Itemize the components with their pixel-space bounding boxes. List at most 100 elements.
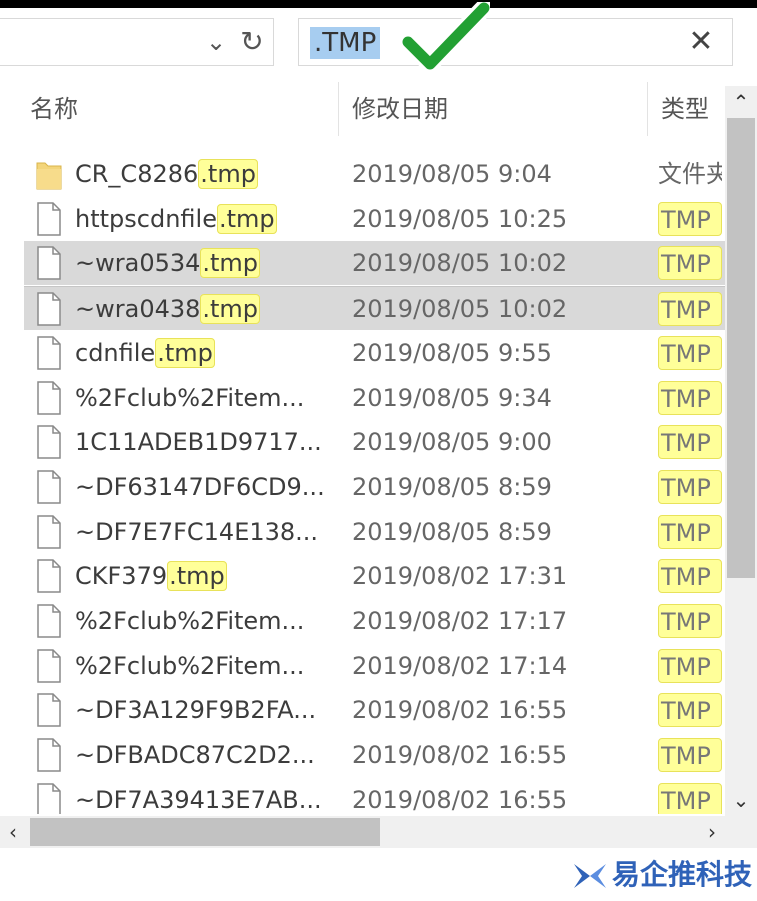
file-name-match-highlight: .tmp xyxy=(198,159,258,189)
file-icon xyxy=(37,336,61,370)
file-modified-date: 2019/08/05 10:25 xyxy=(352,205,568,233)
file-modified-date: 2019/08/05 10:02 xyxy=(352,295,568,323)
file-name: httpscdnfile.tmp xyxy=(75,197,277,241)
file-list: CR_C8286.tmp 2019/08/05 9:04 文件夹 httpscdnfi… xyxy=(0,152,725,814)
file-name: ~DF7E7FC14E138... xyxy=(75,510,318,554)
file-name-text: ~DF7A39413E7AB... xyxy=(75,786,322,814)
file-type: TMP xyxy=(658,202,722,236)
file-name: %2Fclub%2Fitem... xyxy=(75,376,304,420)
chevron-down-icon[interactable]: ⌄ xyxy=(203,25,229,59)
file-modified-date: 2019/08/02 17:17 xyxy=(352,607,568,635)
vertical-scrollbar[interactable]: ⌃ ⌄ xyxy=(725,86,757,816)
file-row[interactable]: CKF379.tmp 2019/08/02 17:31 TMP xyxy=(24,554,725,598)
horizontal-scroll-thumb[interactable] xyxy=(30,818,380,846)
file-name-text: CR_C8286 xyxy=(75,160,199,188)
file-name-text: ~wra0534 xyxy=(75,249,201,277)
file-name-text: ~DFBADC87C2D2... xyxy=(75,741,315,769)
file-icon xyxy=(37,292,61,326)
file-row[interactable]: ~DF7E7FC14E138... 2019/08/05 8:59 TMP xyxy=(24,510,725,554)
file-name-text: ~wra0438 xyxy=(75,295,201,323)
file-type: TMP xyxy=(658,649,722,683)
file-type: TMP xyxy=(658,783,722,814)
file-name: CKF379.tmp xyxy=(75,554,227,598)
file-modified-date: 2019/08/05 8:59 xyxy=(352,518,552,546)
file-row[interactable]: cdnfile.tmp 2019/08/05 9:55 TMP xyxy=(24,331,725,375)
column-divider[interactable] xyxy=(647,82,648,136)
file-icon xyxy=(37,783,61,814)
file-name: %2Fclub%2Fitem... xyxy=(75,599,304,643)
file-row[interactable]: ~wra0534.tmp 2019/08/05 10:02 TMP xyxy=(24,241,725,285)
file-row[interactable]: ~DFBADC87C2D2... 2019/08/02 16:55 TMP xyxy=(24,733,725,777)
column-header-date[interactable]: 修改日期 xyxy=(352,80,642,138)
address-bar[interactable]: ⌄ ↻ xyxy=(0,18,274,66)
file-type: TMP xyxy=(658,292,722,326)
file-icon xyxy=(37,425,61,459)
file-name: CR_C8286.tmp xyxy=(75,152,258,196)
file-name: ~wra0438.tmp xyxy=(75,287,261,331)
file-row[interactable]: %2Fclub%2Fitem... 2019/08/05 9:34 TMP xyxy=(24,376,725,420)
file-name-text: ~DF3A129F9B2FA... xyxy=(75,696,317,724)
file-type: 文件夹 xyxy=(658,160,722,188)
file-row[interactable]: CR_C8286.tmp 2019/08/05 9:04 文件夹 xyxy=(24,152,725,196)
file-icon xyxy=(37,515,61,549)
file-icon xyxy=(37,738,61,772)
file-name: cdnfile.tmp xyxy=(75,331,215,375)
close-icon[interactable]: ✕ xyxy=(686,25,716,59)
horizontal-scrollbar[interactable]: ‹ › xyxy=(0,816,725,848)
file-type: TMP xyxy=(658,693,722,727)
scroll-down-icon[interactable]: ⌄ xyxy=(725,784,757,816)
file-icon xyxy=(37,604,61,638)
file-row[interactable]: ~wra0438.tmp 2019/08/05 10:02 TMP xyxy=(24,286,725,330)
scrollbar-corner xyxy=(725,816,757,848)
file-row[interactable]: ~DF7A39413E7AB... 2019/08/02 16:55 TMP xyxy=(24,778,725,814)
vertical-scroll-thumb[interactable] xyxy=(727,118,755,578)
file-type: TMP xyxy=(658,738,722,772)
file-icon xyxy=(37,649,61,683)
file-type: TMP xyxy=(658,246,722,280)
column-divider[interactable] xyxy=(338,82,339,136)
file-row[interactable]: ~DF3A129F9B2FA... 2019/08/02 16:55 TMP xyxy=(24,688,725,732)
column-header-name-label: 名称 xyxy=(30,95,78,123)
column-header-type[interactable]: 类型 xyxy=(661,80,721,138)
file-name-match-highlight: .tmp xyxy=(216,204,277,234)
file-modified-date: 2019/08/05 8:59 xyxy=(352,473,552,501)
scroll-left-icon[interactable]: ‹ xyxy=(0,816,26,848)
file-icon xyxy=(37,381,61,415)
search-input[interactable]: .TMP ✕ xyxy=(298,18,733,66)
file-type: TMP xyxy=(658,470,722,504)
file-type: TMP xyxy=(658,381,722,415)
file-name: ~DF7A39413E7AB... xyxy=(75,778,322,814)
file-name: ~DF3A129F9B2FA... xyxy=(75,688,316,732)
refresh-icon[interactable]: ↻ xyxy=(236,23,268,61)
file-modified-date: 2019/08/05 9:34 xyxy=(352,384,552,412)
file-row[interactable]: ~DF63147DF6CD9... 2019/08/05 8:59 TMP xyxy=(24,465,725,509)
file-name-text: 1C11ADEB1D9717... xyxy=(75,428,322,456)
file-row[interactable]: 1C11ADEB1D9717... 2019/08/05 9:00 TMP xyxy=(24,420,725,464)
file-modified-date: 2019/08/02 16:55 xyxy=(352,696,568,724)
scroll-up-icon[interactable]: ⌃ xyxy=(725,86,757,118)
logo-icon xyxy=(574,864,606,888)
file-name-text: ~DF7E7FC14E138... xyxy=(75,518,319,546)
file-modified-date: 2019/08/05 9:04 xyxy=(352,160,552,188)
file-name-match-highlight: .tmp xyxy=(167,561,227,591)
file-name-text: %2Fclub%2Fitem... xyxy=(75,384,305,412)
file-name-text: %2Fclub%2Fitem... xyxy=(75,607,305,635)
file-name-text: %2Fclub%2Fitem... xyxy=(75,652,305,680)
file-name: ~wra0534.tmp xyxy=(75,241,261,285)
file-row[interactable]: %2Fclub%2Fitem... 2019/08/02 17:17 TMP xyxy=(24,599,725,643)
file-name: %2Fclub%2Fitem... xyxy=(75,644,304,688)
column-header-name[interactable]: 名称 xyxy=(30,80,330,138)
file-name-text: CKF379 xyxy=(75,562,168,590)
file-name-text: cdnfile xyxy=(75,339,156,367)
file-modified-date: 2019/08/02 16:55 xyxy=(352,741,568,769)
watermark-text: 易企推科技 xyxy=(612,858,753,891)
file-row[interactable]: %2Fclub%2Fitem... 2019/08/02 17:14 TMP xyxy=(24,644,725,688)
column-header-type-label: 类型 xyxy=(661,95,709,123)
scroll-right-icon[interactable]: › xyxy=(699,816,725,848)
file-modified-date: 2019/08/02 17:31 xyxy=(352,562,568,590)
file-modified-date: 2019/08/02 16:55 xyxy=(352,786,568,814)
file-row[interactable]: httpscdnfile.tmp 2019/08/05 10:25 TMP xyxy=(24,197,725,241)
file-icon xyxy=(37,693,61,727)
column-header-date-label: 修改日期 xyxy=(352,95,448,123)
search-query-text[interactable]: .TMP xyxy=(310,27,381,59)
